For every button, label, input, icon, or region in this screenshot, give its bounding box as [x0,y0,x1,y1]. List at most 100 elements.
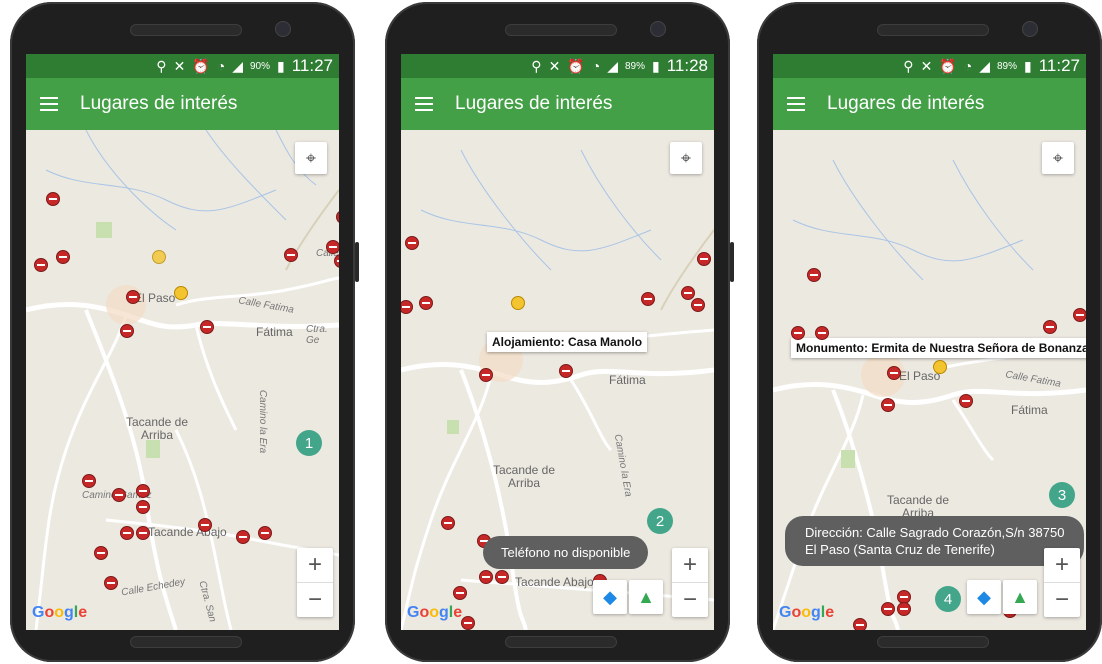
battery-level: 89% [624,60,645,72]
label-fatima: Fátima [256,325,293,339]
restaurant-icon[interactable] [200,320,214,334]
restaurant-icon[interactable] [120,526,134,540]
status-bar: ⚲ ✕ ⏰ ◔ ◢ 89% ▮ 11:28 [401,54,714,78]
screen: ⚲ ✕ ⏰ ◔ ◢ 89% ▮ 11:28 Lugares de interés [401,54,714,630]
menu-icon[interactable] [415,97,433,111]
clock: 11:28 [666,56,708,75]
restaurant-icon[interactable] [419,296,433,310]
restaurant-icon[interactable] [815,326,829,340]
restaurant-icon[interactable] [807,268,821,282]
restaurant-icon[interactable] [511,296,525,310]
restaurant-icon[interactable] [559,364,573,378]
restaurant-icon[interactable] [136,500,150,514]
status-bar: ⚲ ✕ ⏰ ◔ ◢ 89% ▮ 11:27 [773,54,1086,78]
zoom-out-button[interactable]: − [1044,582,1080,617]
restaurant-icon[interactable] [853,618,867,630]
restaurant-icon[interactable] [82,474,96,488]
zoom-out-button[interactable]: − [297,582,333,617]
info-window[interactable]: Alojamiento: Casa Manolo [487,332,648,352]
restaurant-icon[interactable] [112,488,126,502]
restaurant-icon[interactable] [326,240,339,254]
bottom-speaker [130,636,242,648]
app-bar: Lugares de interés [773,78,1086,130]
zoom-controls: + − [297,548,333,617]
restaurant-icon[interactable] [461,616,475,630]
restaurant-icon[interactable] [495,570,509,584]
restaurant-icon[interactable] [104,576,118,590]
restaurant-icon[interactable] [897,602,911,616]
restaurant-icon[interactable] [1073,308,1086,322]
my-location-button[interactable]: ⌖ [1042,142,1074,174]
bottom-speaker [505,636,617,648]
restaurant-icon[interactable] [959,394,973,408]
restaurant-icon[interactable] [641,292,655,306]
restaurant-icon[interactable] [34,258,48,272]
toast-message: Teléfono no disponible [483,536,649,569]
restaurant-icon[interactable] [453,586,467,600]
info-window[interactable]: Monumento: Ermita de Nuestra Señora de B… [791,338,1086,358]
page-title: Lugares de interés [80,93,238,114]
label-fatima: Fátima [609,373,646,387]
restaurant-icon[interactable] [236,530,250,544]
restaurant-icon[interactable] [198,518,212,532]
restaurant-icon[interactable] [152,250,166,264]
my-location-button[interactable]: ⌖ [670,142,702,174]
restaurant-icon[interactable] [120,324,134,338]
restaurant-icon[interactable] [405,236,419,250]
my-location-button[interactable]: ⌖ [295,142,327,174]
restaurant-icon[interactable] [697,252,711,266]
signal-icon: ◢ [232,58,243,74]
menu-icon[interactable] [40,97,58,111]
zoom-out-button[interactable]: − [672,582,708,617]
zoom-in-button[interactable]: + [297,548,333,582]
screen: ⚲ ✕ ⏰ ◔ ◢ 89% ▮ 11:27 Lugares de interés [773,54,1086,630]
earpiece [877,24,989,36]
restaurant-icon[interactable] [691,298,705,312]
zoom-in-button[interactable]: + [672,548,708,582]
map-view[interactable]: ⌖ Monumento: Ermita de Nuestra Señora de… [773,130,1086,630]
restaurant-icon[interactable] [441,516,455,530]
google-maps-icon[interactable]: ▲ [629,580,663,614]
bottom-speaker [877,636,989,648]
accommodation-icon[interactable] [174,286,188,300]
wifi-icon: ◔ [216,58,226,74]
restaurant-icon[interactable] [136,484,150,498]
directions-icon[interactable]: ◆ [967,580,1001,614]
earpiece [505,24,617,36]
signal-icon: ◢ [979,58,990,74]
restaurant-icon[interactable] [94,546,108,560]
restaurant-icon[interactable] [479,570,493,584]
restaurant-icon[interactable] [791,326,805,340]
side-button [730,242,734,282]
restaurant-icon[interactable] [126,290,140,304]
google-maps-icon[interactable]: ▲ [1003,580,1037,614]
zoom-controls: + − [672,548,708,617]
label-fatima: Fátima [1011,403,1048,417]
restaurant-icon[interactable] [56,250,70,264]
map-view[interactable]: ⌖ El Paso Fátima Tacande de Arriba Tacan… [26,130,339,630]
google-logo: Google [407,604,463,621]
restaurant-icon[interactable] [681,286,695,300]
menu-icon[interactable] [787,97,805,111]
restaurant-icon[interactable] [881,398,895,412]
restaurant-icon[interactable] [284,248,298,262]
status-bar: ⚲ ✕ ⏰ ◔ ◢ 90% ▮ 11:27 [26,54,339,78]
map-toolbar: ◆ ▲ [593,580,663,614]
accommodation-icon[interactable] [933,360,947,374]
restaurant-icon[interactable] [258,526,272,540]
restaurant-icon[interactable] [881,602,895,616]
restaurant-icon[interactable] [46,192,60,206]
zoom-in-button[interactable]: + [1044,548,1080,582]
toast-line-1: Dirección: Calle Sagrado Corazón,S/n 387… [805,525,1065,540]
step-badge: 2 [647,508,673,534]
restaurant-icon[interactable] [479,368,493,382]
map-view[interactable]: ⌖ Alojamiento: Casa Manolo Fátima Tacand… [401,130,714,630]
restaurant-icon[interactable] [1043,320,1057,334]
step-badge: 3 [1049,482,1075,508]
directions-icon[interactable]: ◆ [593,580,627,614]
restaurant-icon[interactable] [136,526,150,540]
label-tacande-abajo: Tacande Abajo [515,575,594,589]
front-camera [650,21,666,37]
restaurant-icon[interactable] [887,366,901,380]
battery-icon: ▮ [652,58,660,74]
